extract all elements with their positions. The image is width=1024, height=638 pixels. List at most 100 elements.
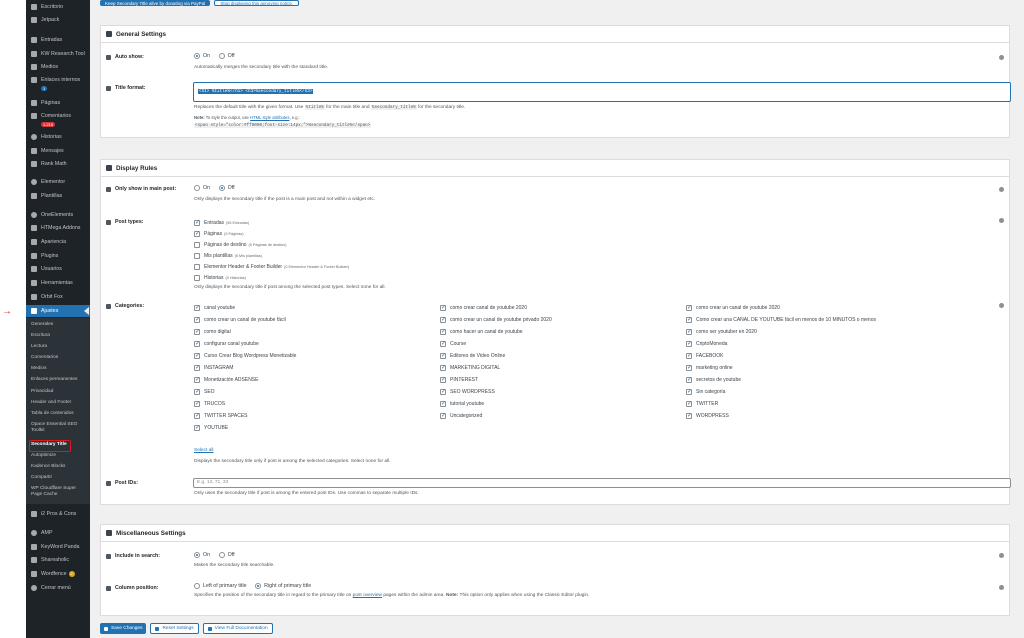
sidebar-item-herramientas[interactable]: Herramientas bbox=[26, 277, 90, 289]
sidebar-item-amp[interactable]: AMP bbox=[26, 527, 90, 539]
help-icon[interactable] bbox=[999, 187, 1004, 192]
sidebar-item-i2-pros-cons[interactable]: i2 Pros & Cons bbox=[26, 508, 90, 520]
sidebar-item-rank-math[interactable]: Rank Math bbox=[26, 158, 90, 170]
category-checkbox[interactable]: como crear canal de youtube 2020 bbox=[440, 302, 552, 314]
category-checkbox[interactable]: como digital bbox=[194, 326, 296, 338]
submenu-item-medios[interactable]: Medios bbox=[31, 366, 87, 372]
sidebar-item-orbit-fox[interactable]: Orbit Fox bbox=[26, 291, 90, 303]
include-search-on-radio[interactable]: On bbox=[194, 552, 210, 558]
title-format-input[interactable]: <h1> %title%</h1> <h3>%secondary_title%<… bbox=[193, 82, 1011, 102]
submenu-item-wp-cloudflare-super-page-cache[interactable]: WP Cloudflare Super Page Cache bbox=[31, 486, 87, 498]
checkbox[interactable] bbox=[194, 304, 200, 311]
category-checkbox[interactable]: Editores de Video Online bbox=[440, 350, 552, 362]
sidebar-item-wordfence[interactable]: Wordfence 2 bbox=[26, 568, 90, 580]
sidebar-item-escritorio[interactable]: Escritorio bbox=[26, 1, 90, 13]
view-docs-button[interactable]: View Full Documentation bbox=[202, 623, 273, 634]
sidebar-item-comentarios[interactable]: Comentarios 1.215 bbox=[26, 111, 90, 129]
category-checkbox[interactable]: secretos de youtube bbox=[686, 374, 876, 386]
sidebar-item-p-ginas[interactable]: Páginas bbox=[26, 97, 90, 109]
dismiss-notice-button[interactable]: Stop displaying this annoying notice. bbox=[214, 0, 300, 6]
post-type-checkbox[interactable]: Mis plantillas (5 Mis plantillas) bbox=[194, 250, 349, 261]
category-checkbox[interactable]: como ser youtuber en 2020 bbox=[686, 326, 876, 338]
checkbox[interactable] bbox=[194, 328, 200, 335]
category-checkbox[interactable]: MARKETING DIGITAL bbox=[440, 362, 552, 374]
post-type-checkbox[interactable]: Páginas(9 Páginas) bbox=[194, 228, 349, 239]
sidebar-item-historias[interactable]: Historias bbox=[26, 131, 90, 143]
only-main-on-radio[interactable]: On bbox=[194, 185, 210, 191]
category-checkbox[interactable]: PINTEREST bbox=[440, 374, 552, 386]
sidebar-item-usuarios[interactable]: Usuarios bbox=[26, 263, 90, 275]
reset-settings-button[interactable]: Reset Settings bbox=[150, 623, 199, 634]
select-all-link[interactable]: Select all bbox=[194, 448, 213, 453]
checkbox[interactable] bbox=[686, 364, 692, 371]
auto-show-off-radio[interactable]: Off bbox=[218, 53, 235, 59]
category-checkbox[interactable]: CriptoMoneda bbox=[686, 338, 876, 350]
checkbox[interactable] bbox=[440, 304, 446, 311]
post-type-checkbox[interactable]: Entradas(55 Entradas) bbox=[194, 217, 349, 228]
submenu-item-comentarios[interactable]: Comentarios bbox=[31, 355, 87, 361]
submenu-item-tabla-de-contenidos[interactable]: Tabla de contenidos bbox=[31, 411, 87, 417]
category-checkbox[interactable]: SEO bbox=[194, 386, 296, 398]
submenu-item-opace-essential-seo-toolkit[interactable]: Opace Essential SEO Toolkit bbox=[31, 422, 87, 434]
checkbox[interactable] bbox=[440, 412, 446, 419]
post-type-checkbox[interactable]: Historias (0 Historias) bbox=[194, 272, 349, 283]
help-icon[interactable] bbox=[999, 585, 1004, 590]
sidebar-item-oneelements[interactable]: OneElements bbox=[26, 209, 90, 221]
donate-button[interactable]: Keep Secondary Title alive by donating v… bbox=[100, 0, 211, 6]
submenu-item-compartir[interactable]: Compartir bbox=[31, 475, 87, 481]
checkbox[interactable] bbox=[686, 388, 692, 395]
include-search-off-radio[interactable]: Off bbox=[218, 552, 235, 558]
sidebar-item-htmega-addons[interactable]: HTMega Addons bbox=[26, 222, 90, 234]
checkbox[interactable] bbox=[686, 352, 692, 359]
checkbox[interactable] bbox=[440, 340, 446, 347]
checkbox[interactable] bbox=[194, 412, 200, 419]
checkbox[interactable] bbox=[440, 388, 446, 395]
html-style-link[interactable]: HTML style attributes bbox=[250, 115, 289, 120]
checkbox[interactable] bbox=[194, 252, 200, 259]
help-icon[interactable] bbox=[999, 218, 1004, 223]
category-checkbox[interactable]: canal youtube bbox=[194, 302, 296, 314]
help-icon[interactable] bbox=[999, 55, 1004, 60]
category-checkbox[interactable]: WORDPRESS bbox=[686, 410, 876, 422]
category-checkbox[interactable]: tutorial youtube bbox=[440, 398, 552, 410]
sidebar-item-apariencia[interactable]: Apariencia bbox=[26, 236, 90, 248]
category-checkbox[interactable]: FACEBOOK bbox=[686, 350, 876, 362]
checkbox[interactable] bbox=[440, 376, 446, 383]
checkbox[interactable] bbox=[194, 274, 200, 281]
checkbox[interactable] bbox=[194, 400, 200, 407]
checkbox[interactable] bbox=[194, 263, 200, 270]
category-checkbox[interactable]: YOUTUBE bbox=[194, 422, 296, 434]
category-checkbox[interactable]: SEO WORDPRESS bbox=[440, 386, 552, 398]
sidebar-item-shareaholic[interactable]: Shareaholic bbox=[26, 554, 90, 566]
save-changes-button[interactable]: Save Changes bbox=[100, 623, 147, 634]
checkbox[interactable] bbox=[440, 364, 446, 371]
checkbox[interactable] bbox=[440, 316, 446, 323]
post-type-checkbox[interactable]: Elementor Header & Footer Builder (0 Elem… bbox=[194, 261, 349, 272]
sidebar-item-medios[interactable]: Medios bbox=[26, 61, 90, 73]
checkbox[interactable] bbox=[194, 340, 200, 347]
help-icon[interactable] bbox=[999, 553, 1004, 558]
sidebar-item-plantillas[interactable]: Plantillas bbox=[26, 190, 90, 202]
submenu-item-escritura[interactable]: Escritura bbox=[31, 333, 87, 339]
only-main-off-radio[interactable]: Off bbox=[218, 185, 235, 191]
checkbox[interactable] bbox=[194, 219, 200, 226]
category-checkbox[interactable]: Como crear una CANAL DE YOUTUBE fácil en… bbox=[686, 314, 876, 326]
checkbox[interactable] bbox=[686, 328, 692, 335]
left-of-primary-radio[interactable]: Left of primary title bbox=[194, 583, 247, 589]
category-checkbox[interactable]: TWITTER SPACES bbox=[194, 410, 296, 422]
checkbox[interactable] bbox=[194, 376, 200, 383]
checkbox[interactable] bbox=[686, 304, 692, 311]
checkbox[interactable] bbox=[686, 412, 692, 419]
auto-show-on-radio[interactable]: On bbox=[194, 53, 210, 59]
category-checkbox[interactable]: marketing online bbox=[686, 362, 876, 374]
checkbox[interactable] bbox=[194, 230, 200, 237]
category-checkbox[interactable]: Uncategorized bbox=[440, 410, 552, 422]
category-checkbox[interactable]: TWITTER bbox=[686, 398, 876, 410]
checkbox[interactable] bbox=[194, 388, 200, 395]
category-checkbox[interactable]: como hacer un canal de youtube bbox=[440, 326, 552, 338]
category-checkbox[interactable]: como crear un canal de youtube fácil bbox=[194, 314, 296, 326]
submenu-item-kadence-blocks[interactable]: Kadence Blocks bbox=[31, 464, 87, 470]
checkbox[interactable] bbox=[194, 352, 200, 359]
checkbox[interactable] bbox=[194, 364, 200, 371]
post-overview-link[interactable]: post overview bbox=[353, 593, 382, 598]
